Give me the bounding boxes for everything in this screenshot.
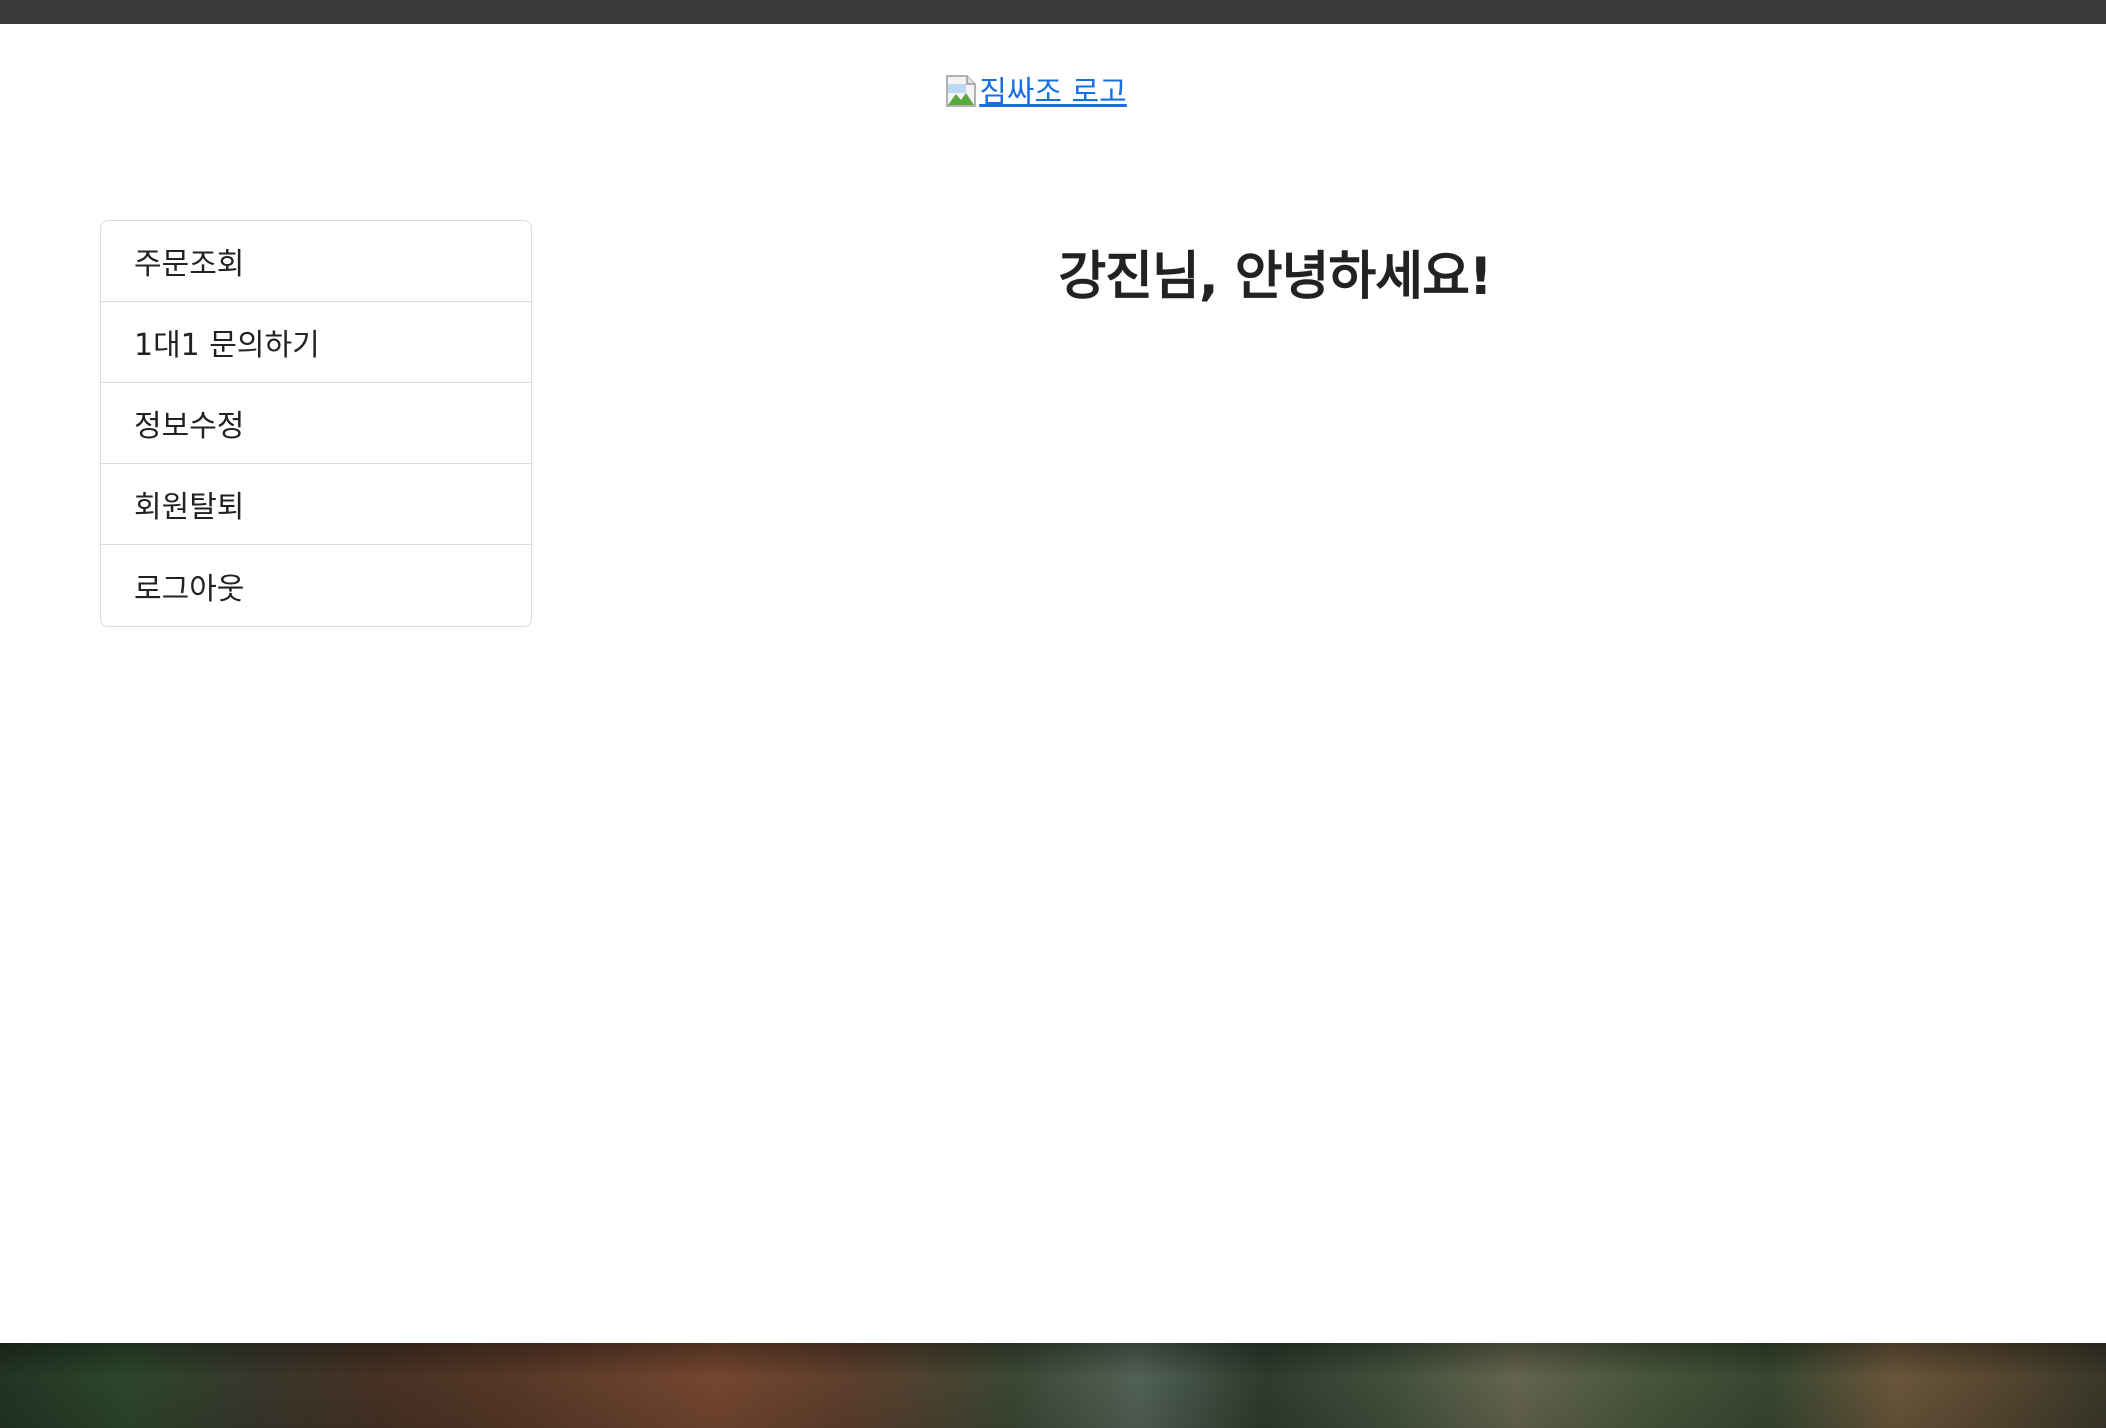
footer-forest-image bbox=[0, 1343, 2106, 1428]
broken-image-icon bbox=[945, 74, 977, 108]
sidebar-item-order-lookup[interactable]: 주문조회 bbox=[101, 221, 531, 302]
sidebar-item-label: 주문조회 bbox=[134, 247, 245, 282]
sidebar-item-label: 정보수정 bbox=[134, 409, 245, 444]
sidebar-item-one-on-one-inquiry[interactable]: 1대1 문의하기 bbox=[101, 302, 531, 383]
mypage-sidebar-menu: 주문조회 1대1 문의하기 정보수정 회원탈퇴 로그아웃 bbox=[100, 220, 532, 627]
sidebar-item-label: 로그아웃 bbox=[134, 571, 245, 607]
sidebar-item-logout[interactable]: 로그아웃 bbox=[101, 545, 531, 626]
header: 짐싸조 로고 bbox=[0, 74, 2072, 112]
sidebar-item-withdraw[interactable]: 회원탈퇴 bbox=[101, 464, 531, 545]
sidebar-item-label: 회원탈퇴 bbox=[134, 490, 245, 525]
sidebar-item-edit-info[interactable]: 정보수정 bbox=[101, 383, 531, 464]
logo-link[interactable]: 짐싸조 로고 bbox=[945, 74, 1127, 108]
browser-top-bar bbox=[0, 0, 2106, 24]
logo-alt-text[interactable]: 짐싸조 로고 bbox=[979, 78, 1127, 108]
greeting-heading: 강진님, 안녕하세요! bbox=[1058, 247, 1492, 307]
sidebar-item-label: 1대1 문의하기 bbox=[134, 328, 320, 363]
